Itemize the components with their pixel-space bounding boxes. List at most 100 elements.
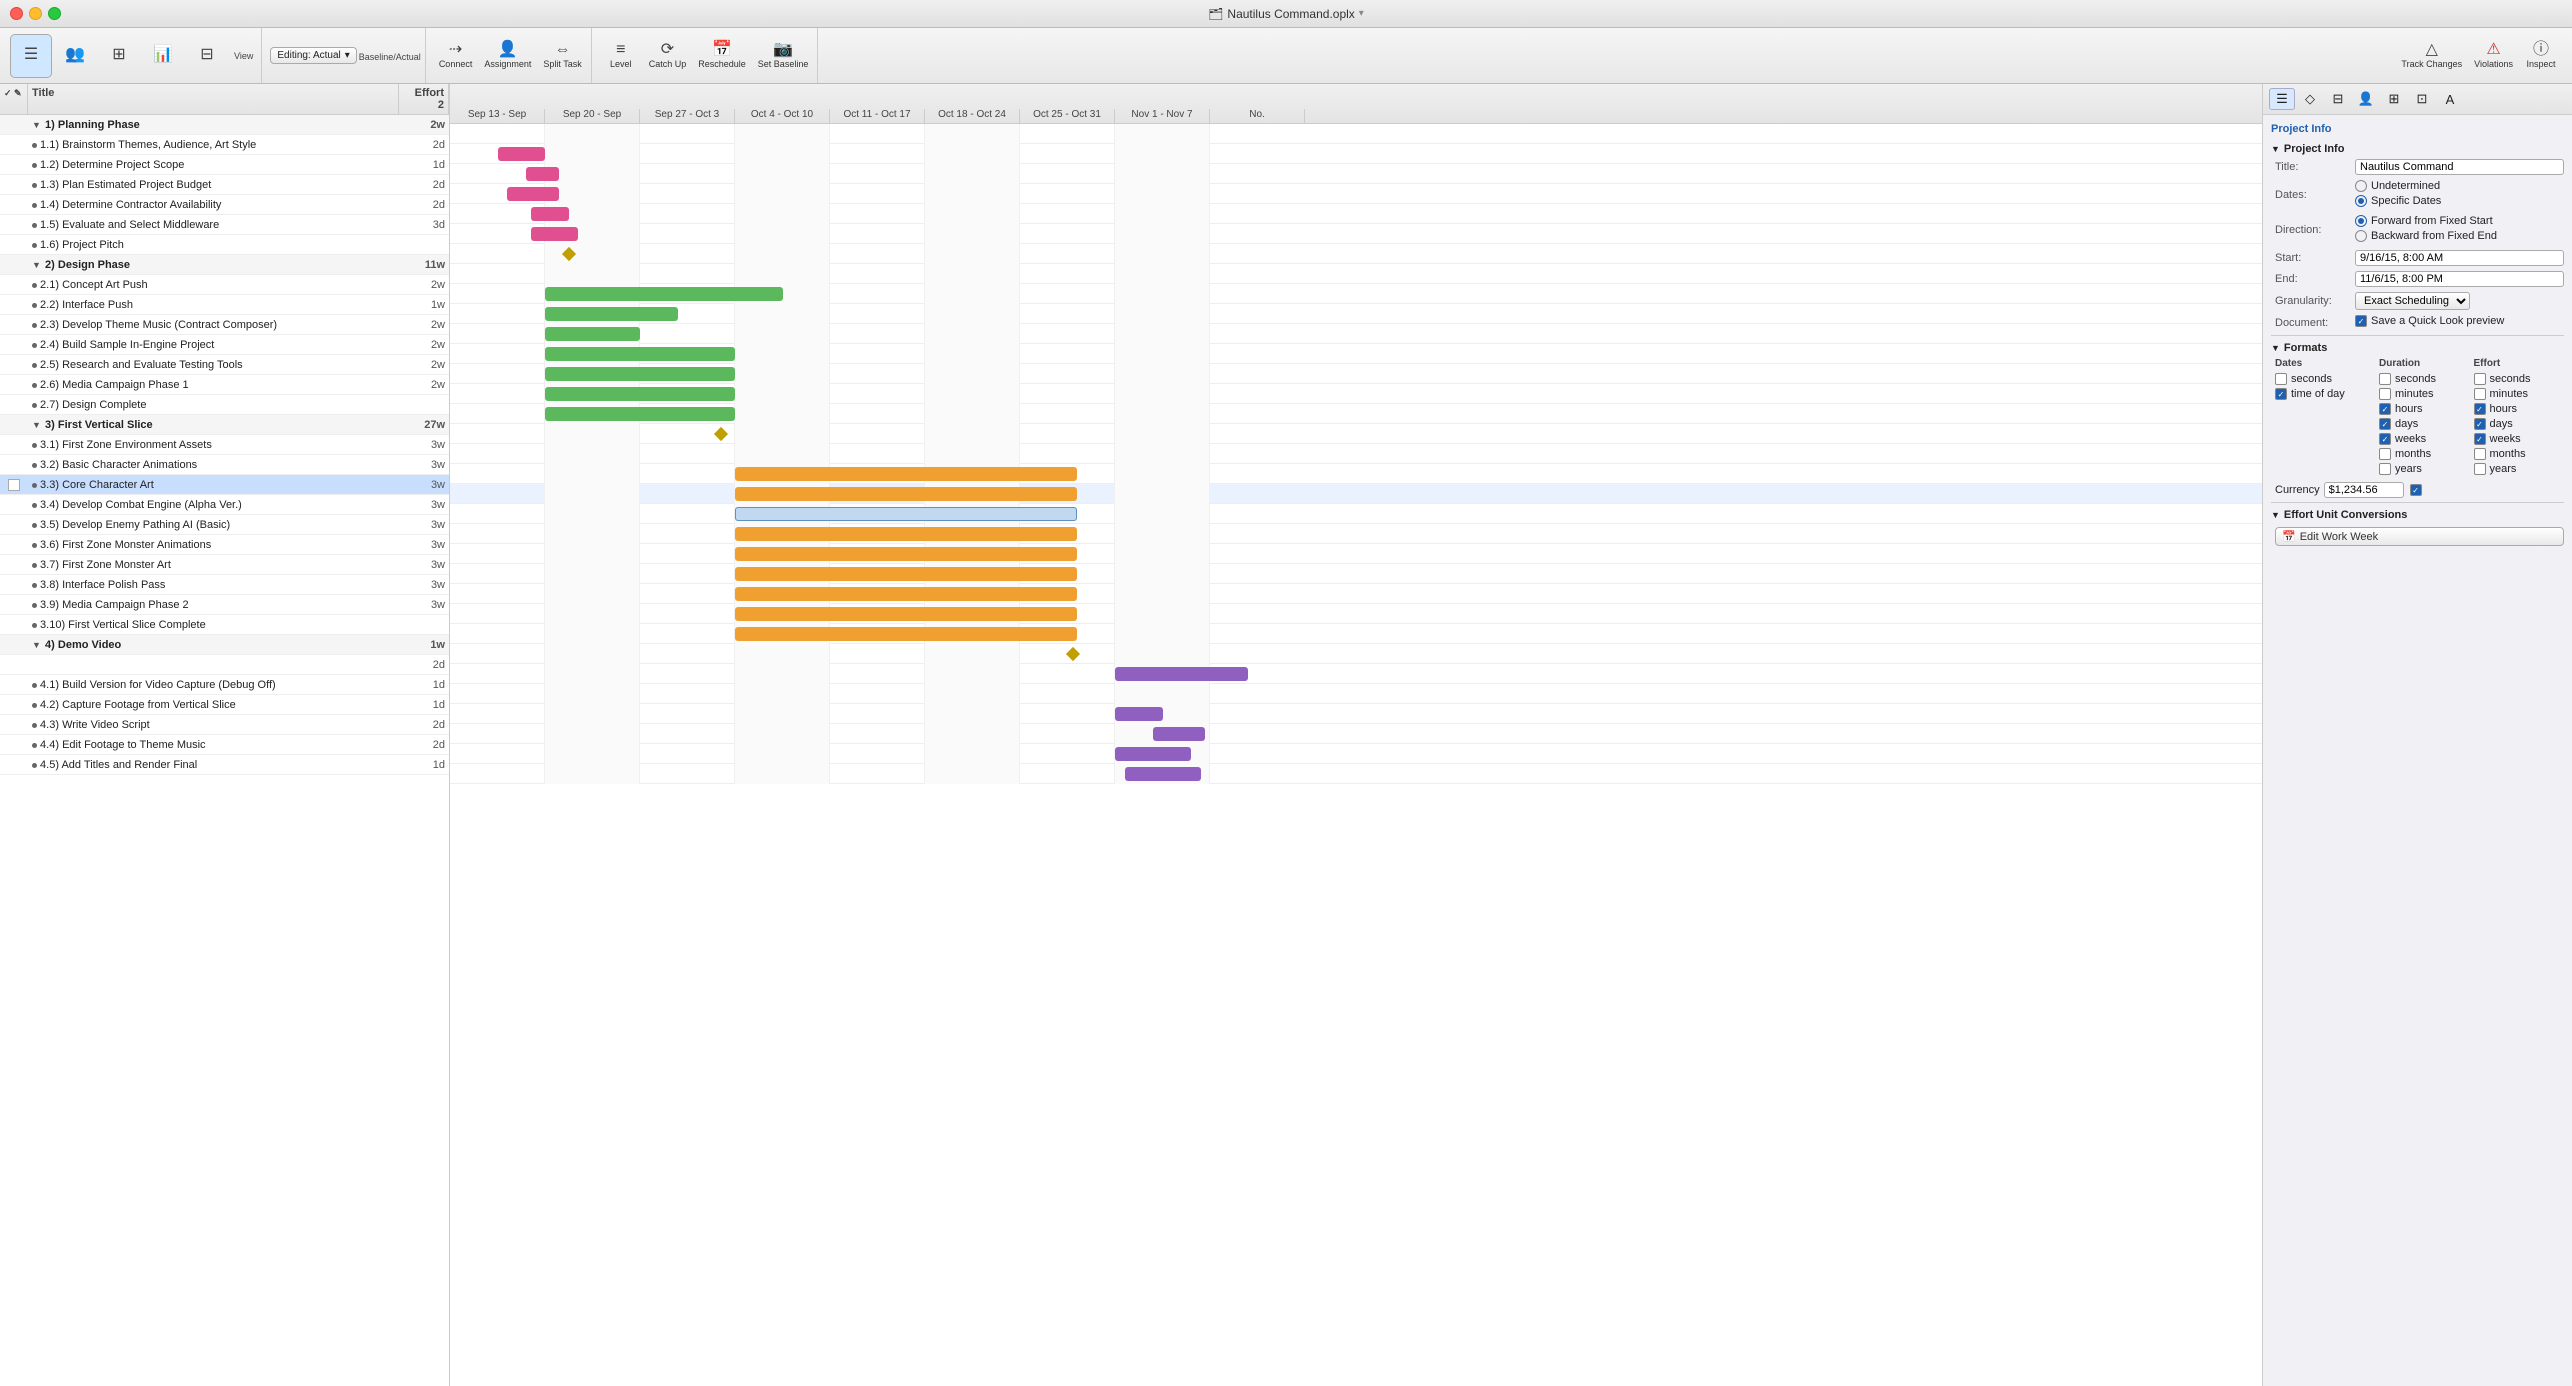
dur-months-cb[interactable]: [2379, 448, 2391, 460]
gantt-row[interactable]: [450, 364, 2262, 384]
list-item[interactable]: 1.2) Determine Project Scope1d: [0, 155, 449, 175]
granularity-select[interactable]: Exact Scheduling: [2355, 292, 2470, 310]
edit-work-week-button[interactable]: 📅 Edit Work Week: [2275, 527, 2564, 546]
dur-seconds-cb[interactable]: [2379, 373, 2391, 385]
minimize-button[interactable]: [29, 7, 42, 20]
section-project-info[interactable]: ▼ Project Info: [2271, 143, 2564, 155]
direction-backward-row[interactable]: Backward from Fixed End: [2355, 230, 2497, 242]
gantt-row[interactable]: [450, 124, 2262, 144]
gantt-row[interactable]: [450, 604, 2262, 624]
start-input[interactable]: [2355, 250, 2564, 266]
rp-table-btn[interactable]: ⊡: [2409, 88, 2435, 110]
gantt-row[interactable]: [450, 484, 2262, 504]
rp-text-btn[interactable]: A: [2437, 88, 2463, 110]
list-item[interactable]: 1.1) Brainstorm Themes, Audience, Art St…: [0, 135, 449, 155]
currency-enabled-cb[interactable]: ✓: [2410, 484, 2422, 496]
list-item[interactable]: 3.3) Core Character Art3w: [0, 475, 449, 495]
gantt-row[interactable]: [450, 404, 2262, 424]
list-item[interactable]: 2.4) Build Sample In-Engine Project2w: [0, 335, 449, 355]
gantt-bar[interactable]: [545, 327, 640, 341]
gantt-bar[interactable]: [735, 507, 1077, 521]
gantt-bar[interactable]: [531, 207, 569, 221]
gantt-row[interactable]: [450, 684, 2262, 704]
list-item[interactable]: 2.6) Media Campaign Phase 12w: [0, 375, 449, 395]
gantt-row[interactable]: [450, 724, 2262, 744]
gantt-row[interactable]: [450, 264, 2262, 284]
gantt-row[interactable]: [450, 304, 2262, 324]
gantt-bar[interactable]: [545, 347, 735, 361]
list-item[interactable]: ▼ 1) Planning Phase2w: [0, 115, 449, 135]
list-item[interactable]: 3.8) Interface Polish Pass3w: [0, 575, 449, 595]
list-item[interactable]: 1.3) Plan Estimated Project Budget2d: [0, 175, 449, 195]
eff-months-cb[interactable]: [2474, 448, 2486, 460]
gantt-row[interactable]: [450, 184, 2262, 204]
gantt-bar[interactable]: [735, 487, 1077, 501]
list-item[interactable]: 1.4) Determine Contractor Availability2d: [0, 195, 449, 215]
end-input[interactable]: [2355, 271, 2564, 287]
list-item[interactable]: 3.6) First Zone Monster Animations3w: [0, 535, 449, 555]
gantt-bar[interactable]: [735, 467, 1077, 481]
list-item[interactable]: 3.2) Basic Character Animations3w: [0, 455, 449, 475]
list-item[interactable]: ▼ 3) First Vertical Slice27w: [0, 415, 449, 435]
track-changes-button[interactable]: △ Track Changes: [2396, 34, 2467, 78]
direction-forward-row[interactable]: Forward from Fixed Start: [2355, 215, 2497, 227]
forward-radio[interactable]: [2355, 215, 2367, 227]
view-list-button[interactable]: ☰: [10, 34, 52, 78]
eff-hours-cb[interactable]: ✓: [2474, 403, 2486, 415]
set-baseline-button[interactable]: 📷 Set Baseline: [753, 34, 814, 78]
eff-minutes-row[interactable]: minutes: [2474, 388, 2565, 400]
gantt-bar[interactable]: [735, 547, 1077, 561]
list-item[interactable]: 4.5) Add Titles and Render Final1d: [0, 755, 449, 775]
gantt-bar[interactable]: [545, 407, 735, 421]
list-item[interactable]: 3.5) Develop Enemy Pathing AI (Basic)3w: [0, 515, 449, 535]
dur-weeks-row[interactable]: ✓ weeks: [2379, 433, 2470, 445]
gantt-bar[interactable]: [545, 387, 735, 401]
gantt-row[interactable]: [450, 704, 2262, 724]
gantt-bar[interactable]: [1115, 667, 1248, 681]
list-item[interactable]: 4.2) Capture Footage from Vertical Slice…: [0, 695, 449, 715]
gantt-row[interactable]: [450, 524, 2262, 544]
list-item[interactable]: 2.5) Research and Evaluate Testing Tools…: [0, 355, 449, 375]
gantt-row[interactable]: [450, 464, 2262, 484]
rp-styles-btn[interactable]: ⊟: [2325, 88, 2351, 110]
gantt-bar[interactable]: [507, 187, 559, 201]
eff-days-cb[interactable]: ✓: [2474, 418, 2486, 430]
gantt-bar[interactable]: [526, 167, 559, 181]
section-effort-conversions[interactable]: ▼ Effort Unit Conversions: [2271, 509, 2564, 521]
list-item[interactable]: 2.1) Concept Art Push2w: [0, 275, 449, 295]
dur-hours-cb[interactable]: ✓: [2379, 403, 2391, 415]
reschedule-button[interactable]: 📅 Reschedule: [693, 34, 751, 78]
dur-minutes-cb[interactable]: [2379, 388, 2391, 400]
connect-button[interactable]: ⇢ Connect: [434, 34, 478, 78]
dur-years-cb[interactable]: [2379, 463, 2391, 475]
gantt-row[interactable]: [450, 164, 2262, 184]
split-task-button[interactable]: ⇔ Split Task: [538, 34, 586, 78]
eff-weeks-cb[interactable]: ✓: [2474, 433, 2486, 445]
gantt-row[interactable]: [450, 284, 2262, 304]
dates-specific-row[interactable]: Specific Dates: [2355, 195, 2441, 207]
eff-hours-row[interactable]: ✓ hours: [2474, 403, 2565, 415]
document-checkbox[interactable]: ✓: [2355, 315, 2367, 327]
gantt-bar[interactable]: [735, 527, 1077, 541]
gantt-row[interactable]: [450, 624, 2262, 644]
section-formats[interactable]: ▼ Formats: [2271, 342, 2564, 354]
view-network-button[interactable]: ⊞: [98, 34, 140, 78]
expand-triangle-icon[interactable]: ▼: [32, 260, 42, 270]
list-item[interactable]: 2d: [0, 655, 449, 675]
eff-weeks-row[interactable]: ✓ weeks: [2474, 433, 2565, 445]
list-item[interactable]: 4.1) Build Version for Video Capture (De…: [0, 675, 449, 695]
rp-project-info-btn[interactable]: ☰: [2269, 88, 2295, 110]
gantt-row[interactable]: [450, 204, 2262, 224]
dates-timeofday-cb[interactable]: ✓: [2275, 388, 2287, 400]
gantt-row[interactable]: [450, 504, 2262, 524]
list-item[interactable]: ▼ 4) Demo Video1w: [0, 635, 449, 655]
dur-days-cb[interactable]: ✓: [2379, 418, 2391, 430]
gantt-bar[interactable]: [735, 587, 1077, 601]
gantt-bar[interactable]: [498, 147, 546, 161]
gantt-row[interactable]: [450, 444, 2262, 464]
list-item[interactable]: 3.1) First Zone Environment Assets3w: [0, 435, 449, 455]
list-item[interactable]: 1.6) Project Pitch: [0, 235, 449, 255]
gantt-bar[interactable]: [531, 227, 579, 241]
gantt-row[interactable]: [450, 424, 2262, 444]
gantt-row[interactable]: [450, 664, 2262, 684]
